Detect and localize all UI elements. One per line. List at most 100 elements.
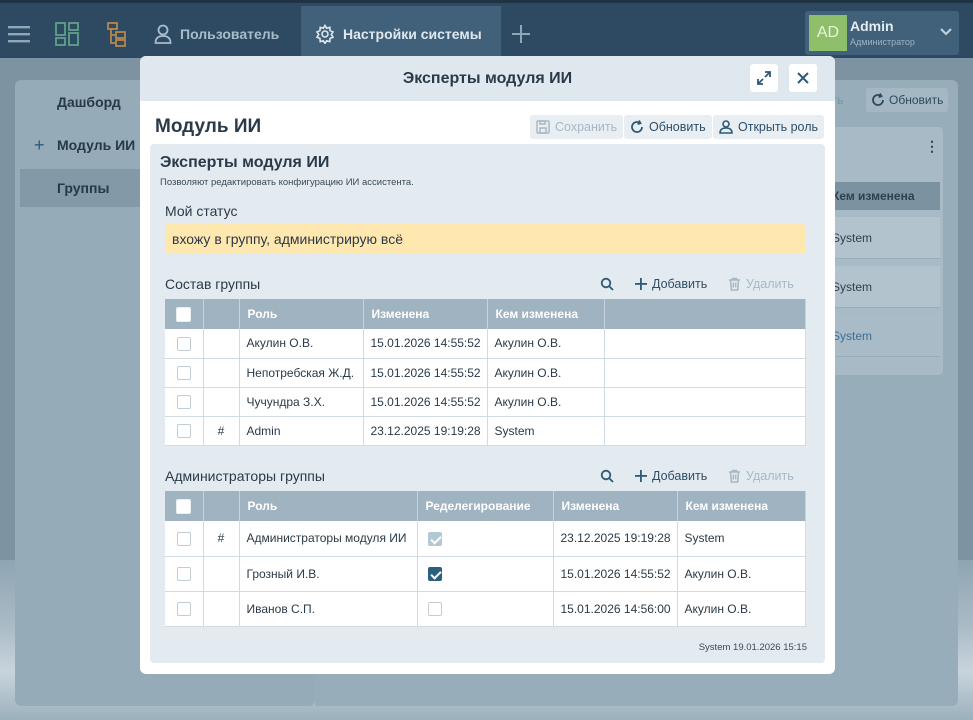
admins-table: Роль Ределегирование Изменена Кем измене…: [165, 491, 806, 627]
user-role-icon: [719, 120, 733, 134]
sidebar-item-dashboard[interactable]: Дашборд: [20, 83, 150, 121]
trash-icon: [729, 277, 740, 291]
redelegation-checkbox[interactable]: [417, 591, 554, 627]
modal-dialog: Эксперты модуля ИИ Модуль ИИ Сохранить О…: [140, 56, 835, 674]
user-role: Администратор: [850, 37, 915, 47]
row-mark: [203, 329, 240, 359]
table-row[interactable]: # Администраторы модуля ИИ 23.12.2025 19…: [165, 521, 806, 557]
row-role: Чучундра З.Х.: [239, 387, 364, 417]
admins-search-button[interactable]: [600, 466, 614, 486]
column-changed[interactable]: Изменена: [363, 299, 488, 329]
gear-icon: [315, 23, 335, 44]
table-row[interactable]: # Admin 23.12.2025 19:19:28 System: [165, 416, 806, 446]
row-changed: 23.12.2025 19:19:28: [363, 416, 488, 446]
table-row[interactable]: Чучундра З.Х. 15.01.2026 14:55:52 Акулин…: [165, 387, 806, 417]
row-checkbox[interactable]: [165, 591, 204, 627]
row-changed-by: System: [677, 521, 806, 557]
tab-user-label: Пользователь: [180, 25, 280, 42]
row-changed: 23.12.2025 19:19:28: [553, 521, 678, 557]
admins-add-button[interactable]: Добавить: [635, 466, 707, 486]
hamburger-menu-icon[interactable]: [6, 6, 32, 61]
row-checkbox[interactable]: [165, 329, 204, 359]
column-changed-by[interactable]: Кем изменена: [677, 491, 806, 521]
members-delete-label: Удалить: [746, 277, 794, 291]
column-mark: [203, 299, 240, 329]
row-mark: #: [203, 521, 240, 557]
select-all-checkbox[interactable]: [165, 299, 204, 329]
row-changed: 15.01.2026 14:55:52: [363, 387, 488, 417]
row-empty: [604, 358, 806, 388]
column-changed[interactable]: Изменена: [553, 491, 678, 521]
bg-cell: System: [830, 315, 940, 357]
redelegation-checkbox[interactable]: [417, 556, 554, 592]
row-mark: #: [203, 416, 240, 446]
dashboard-icon[interactable]: [52, 6, 82, 61]
members-delete-button[interactable]: Удалить: [728, 274, 794, 294]
redelegation-checkbox: [417, 521, 554, 557]
add-tab-icon[interactable]: [508, 6, 534, 61]
admins-delete-button[interactable]: Удалить: [728, 466, 794, 486]
members-add-label: Добавить: [652, 277, 708, 291]
expand-icon[interactable]: [750, 64, 778, 92]
close-icon[interactable]: [789, 64, 817, 92]
tab-user[interactable]: Пользователь: [140, 6, 293, 61]
open-role-button[interactable]: Открыть роль: [713, 115, 824, 139]
table-row[interactable]: Акулин О.В. 15.01.2026 14:55:52 Акулин О…: [165, 329, 806, 359]
hierarchy-icon[interactable]: [102, 6, 132, 61]
column-changed-by[interactable]: Кем изменена: [487, 299, 605, 329]
user-menu[interactable]: AD Admin Администратор: [805, 11, 959, 55]
row-mark: [203, 556, 240, 592]
row-checkbox[interactable]: [165, 416, 204, 446]
row-checkbox[interactable]: [165, 521, 204, 557]
row-changed-by: Акулин О.В.: [677, 556, 806, 592]
top-bar: Пользователь Настройки системы AD Admin …: [0, 0, 973, 61]
column-mark: [203, 491, 240, 521]
tab-system-settings[interactable]: Настройки системы: [301, 6, 501, 61]
bg-refresh-button[interactable]: Обновить: [866, 88, 949, 112]
row-changed: 15.01.2026 14:56:00: [553, 591, 678, 627]
refresh-button[interactable]: Обновить: [624, 115, 712, 139]
members-search-button[interactable]: [600, 274, 614, 294]
row-checkbox[interactable]: [165, 387, 204, 417]
sidebar-item-ai-module[interactable]: + Модуль ИИ: [20, 126, 150, 164]
column-role[interactable]: Роль: [239, 491, 418, 521]
bg-cell: System: [830, 217, 940, 259]
select-all-checkbox[interactable]: [165, 491, 204, 521]
save-button[interactable]: Сохранить: [530, 115, 624, 139]
expand-plus-icon[interactable]: +: [34, 135, 57, 156]
last-modified-footer: System 19.01.2026 15:15: [698, 642, 807, 653]
table-row[interactable]: Иванов С.П. 15.01.2026 14:56:00 Акулин О…: [165, 591, 806, 627]
column-empty: [604, 299, 806, 329]
my-status-value: вхожу в группу, администрирую всё: [165, 224, 805, 254]
members-title: Состав группы: [165, 276, 261, 292]
row-changed-by: Акулин О.В.: [487, 358, 605, 388]
admins-add-label: Добавить: [652, 469, 708, 483]
kebab-menu-icon[interactable]: ⋮: [925, 138, 939, 155]
column-redelegation[interactable]: Ределегирование: [417, 491, 554, 521]
trash-icon: [729, 469, 740, 483]
refresh-icon: [631, 120, 643, 133]
bg-column-header: Кем изменена: [830, 182, 940, 210]
user-name: Admin: [850, 18, 894, 34]
sidebar-item-label: Группы: [57, 180, 110, 196]
row-role: Непотребская Ж.Д.: [239, 358, 364, 388]
refresh-button-label: Обновить: [649, 120, 706, 134]
row-role: Admin: [239, 416, 364, 446]
row-changed-by: Акулин О.В.: [487, 329, 605, 359]
row-checkbox[interactable]: [165, 358, 204, 388]
search-icon: [600, 277, 614, 291]
members-table: Роль Изменена Кем изменена Акулин О.В. 1…: [165, 299, 806, 446]
table-row[interactable]: Грозный И.В. 15.01.2026 14:55:52 Акулин …: [165, 556, 806, 592]
sidebar-item-groups[interactable]: Группы: [20, 169, 150, 207]
sidebar-item-label: Дашборд: [57, 94, 121, 110]
table-row[interactable]: Непотребская Ж.Д. 15.01.2026 14:55:52 Ак…: [165, 358, 806, 388]
tab-system-settings-label: Настройки системы: [343, 25, 482, 42]
row-checkbox[interactable]: [165, 556, 204, 592]
row-changed-by: Акулин О.В.: [677, 591, 806, 627]
avatar: AD: [809, 15, 847, 51]
save-icon: [536, 120, 550, 134]
members-add-button[interactable]: Добавить: [635, 274, 707, 294]
user-icon: [154, 24, 172, 44]
column-role[interactable]: Роль: [239, 299, 364, 329]
row-changed-by: System: [487, 416, 605, 446]
